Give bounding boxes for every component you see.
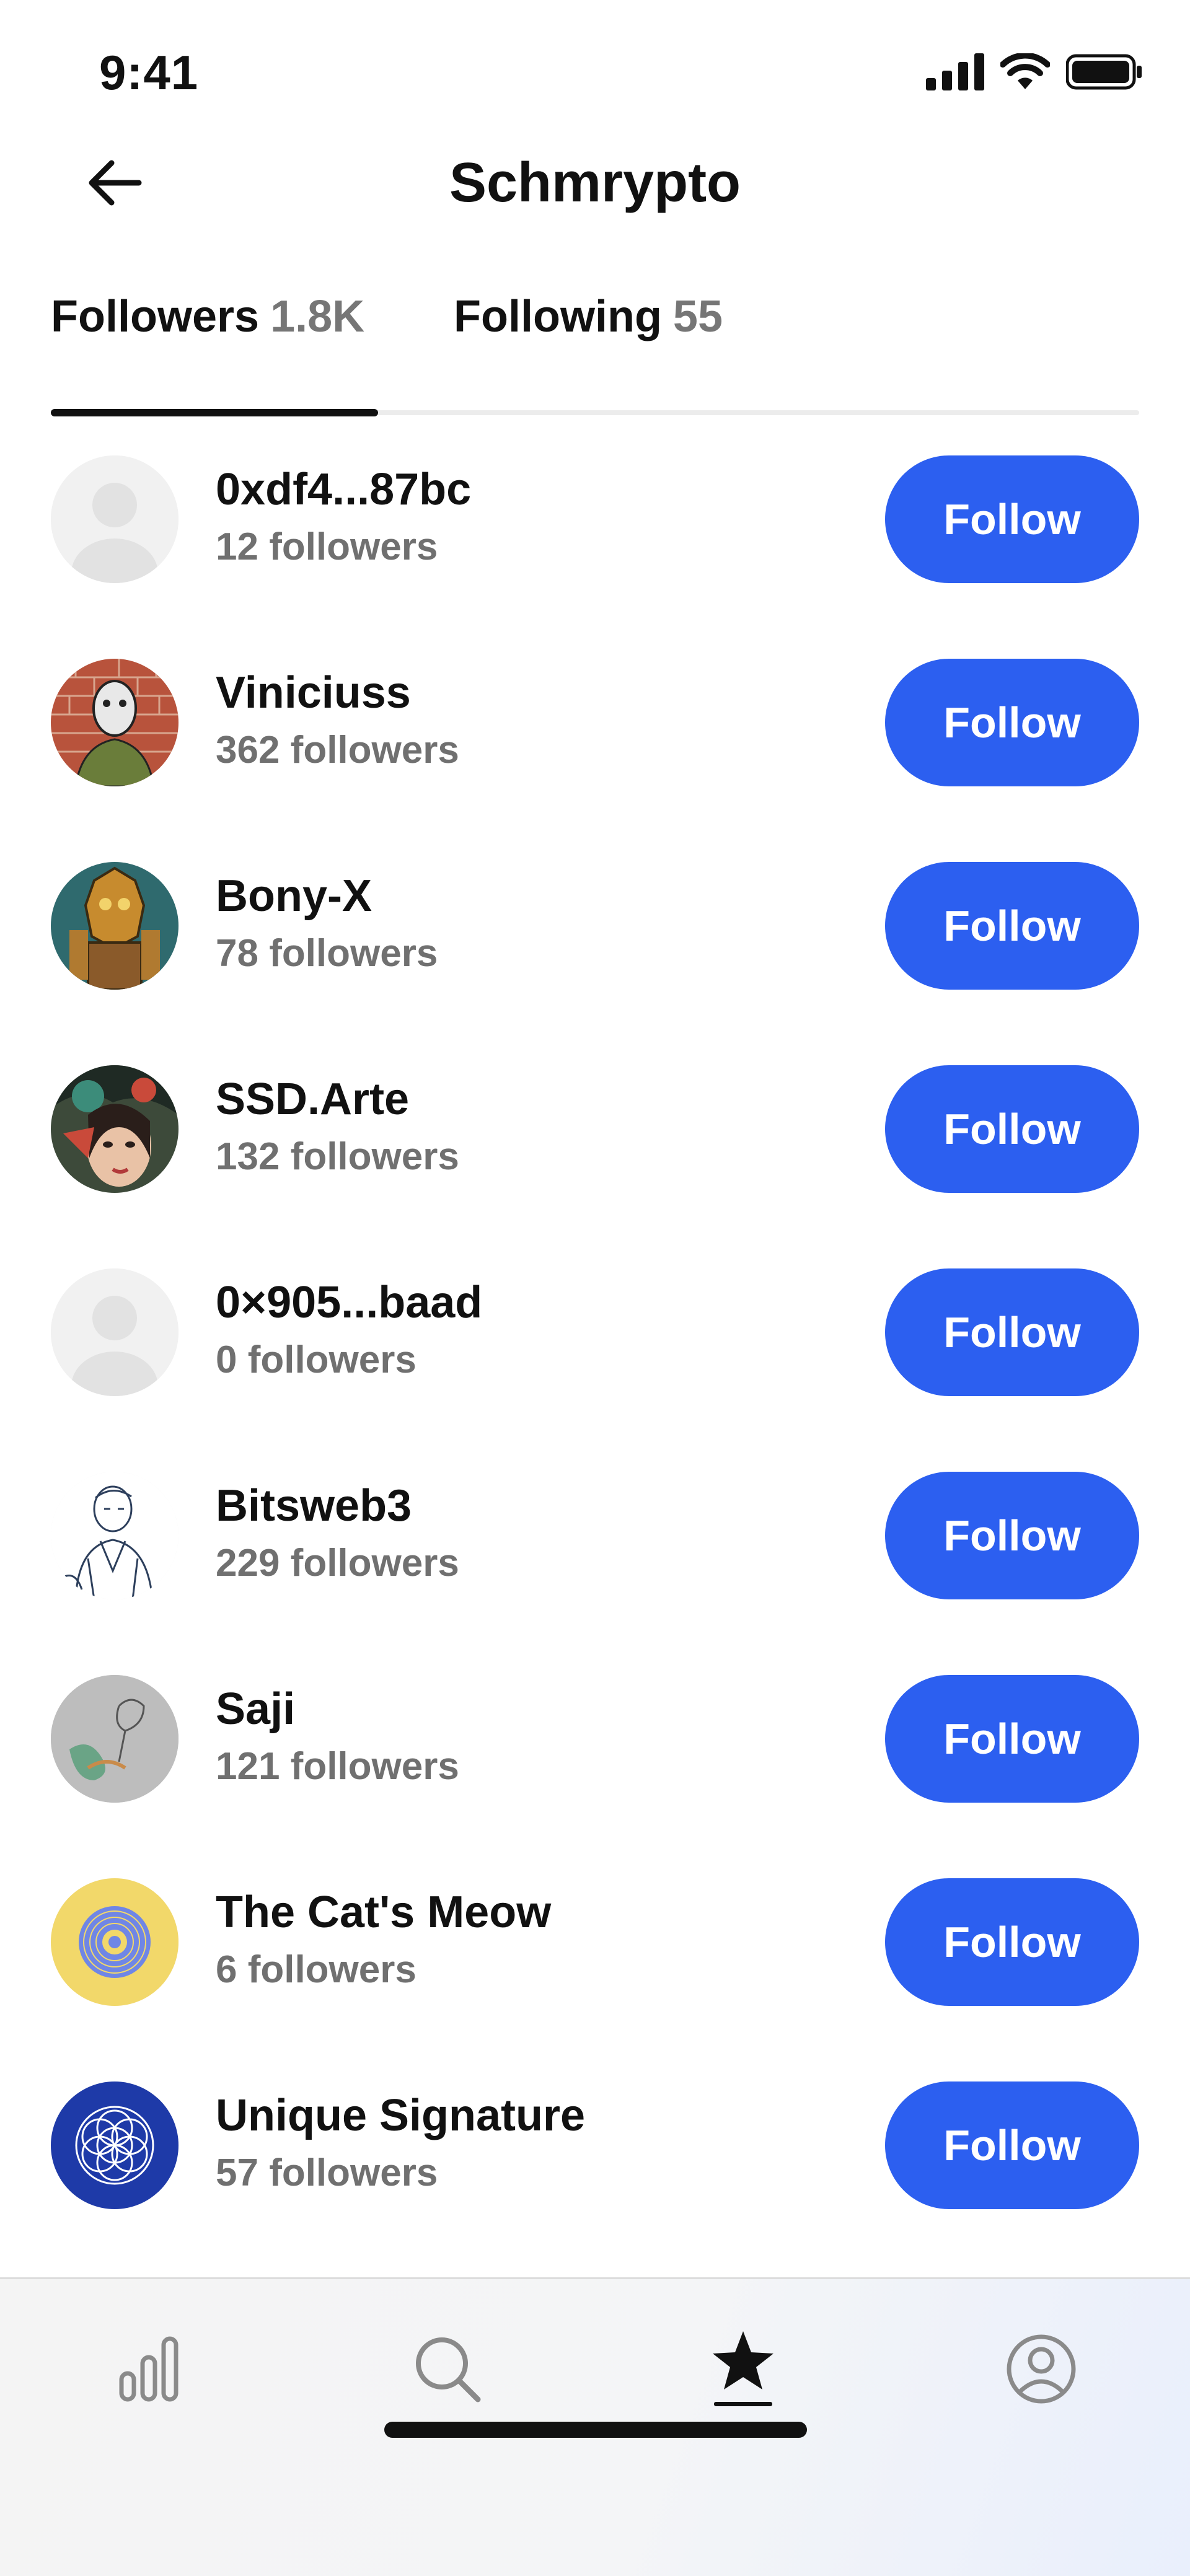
follower-name[interactable]: Saji — [216, 1684, 295, 1734]
wifi-icon — [1000, 53, 1050, 89]
follower-name[interactable]: 0×905...baad — [216, 1277, 482, 1328]
sketch-art-avatar-icon — [51, 1675, 178, 1803]
follower-count: 132 followers — [216, 1135, 459, 1178]
follow-button[interactable]: Follow — [885, 659, 1139, 786]
tab-following-count: 55 — [672, 292, 723, 341]
battery-icon — [1066, 54, 1142, 90]
follower-name[interactable]: The Cat's Meow — [216, 1887, 551, 1938]
follower-count: 6 followers — [216, 1948, 416, 1991]
list-item[interactable]: Bitsweb3 229 followers Follow — [0, 1472, 1190, 1675]
avatar[interactable] — [51, 2081, 178, 2209]
tab-following-label: Following — [454, 292, 662, 341]
follower-count: 12 followers — [216, 525, 438, 568]
avatar[interactable] — [51, 659, 178, 786]
list-item[interactable]: Viniciuss 362 followers Follow — [0, 659, 1190, 862]
follow-button[interactable]: Follow — [885, 1878, 1139, 2006]
tab-followers-count: 1.8K — [270, 292, 365, 341]
placeholder-avatar-icon — [51, 1268, 178, 1396]
profile-icon — [1007, 2334, 1076, 2404]
follow-button[interactable]: Follow — [885, 2081, 1139, 2209]
painted-face-avatar-icon — [51, 1065, 178, 1193]
yellow-mandala-avatar-icon — [51, 1878, 178, 2006]
list-item[interactable]: Unique Signature 57 followers Follow — [0, 2081, 1190, 2285]
status-time: 9:41 — [99, 45, 199, 100]
stats-icon — [119, 2336, 178, 2402]
tab-followers-label: Followers — [51, 292, 260, 341]
follower-count: 229 followers — [216, 1542, 459, 1585]
avatar[interactable] — [51, 455, 178, 583]
brick-wall-character-avatar-icon — [51, 659, 178, 786]
follower-name[interactable]: Unique Signature — [216, 2090, 585, 2141]
avatar[interactable] — [51, 1065, 178, 1193]
list-item[interactable]: SSD.Arte 132 followers Follow — [0, 1065, 1190, 1268]
follow-button[interactable]: Follow — [885, 1268, 1139, 1396]
follower-count: 121 followers — [216, 1745, 459, 1788]
follow-button[interactable]: Follow — [885, 455, 1139, 583]
follower-name[interactable]: Bony-X — [216, 871, 372, 921]
app-screen: 9:41 Schmrypto Followers 1.8K Following … — [0, 0, 1190, 2576]
follower-count: 362 followers — [216, 729, 459, 771]
follower-count: 0 followers — [216, 1339, 416, 1381]
home-indicator — [384, 2422, 807, 2438]
follower-name[interactable]: Viniciuss — [216, 667, 411, 718]
robot-art-avatar-icon — [51, 862, 178, 990]
search-icon — [416, 2337, 481, 2402]
page-title: Schmrypto — [449, 152, 741, 214]
follow-button[interactable]: Follow — [885, 1065, 1139, 1193]
avatar[interactable] — [51, 862, 178, 990]
follow-button[interactable]: Follow — [885, 1472, 1139, 1599]
follower-count: 78 followers — [216, 932, 438, 975]
follower-name[interactable]: 0xdf4...87bc — [216, 464, 471, 515]
star-icon — [713, 2331, 774, 2406]
sketch-portrait-avatar-icon — [51, 1472, 178, 1599]
list-item[interactable]: The Cat's Meow 6 followers Follow — [0, 1878, 1190, 2081]
cellular-signal-icon — [926, 53, 984, 90]
avatar[interactable] — [51, 1878, 178, 2006]
list-item[interactable]: Bony-X 78 followers Follow — [0, 862, 1190, 1065]
avatar[interactable] — [51, 1268, 178, 1396]
followers-list: 0xdf4...87bc 12 followers Follow Viniciu… — [0, 455, 1190, 2285]
tab-followers[interactable]: Followers 1.8K — [51, 291, 364, 342]
tabs: Followers 1.8K Following 55 — [51, 291, 1139, 421]
follower-name[interactable]: SSD.Arte — [216, 1074, 409, 1125]
tab-profile[interactable] — [995, 2323, 1088, 2416]
tab-favorites[interactable] — [697, 2323, 790, 2416]
avatar[interactable] — [51, 1472, 178, 1599]
list-item[interactable]: 0xdf4...87bc 12 followers Follow — [0, 455, 1190, 659]
tab-search[interactable] — [401, 2323, 494, 2416]
follower-count: 57 followers — [216, 2152, 438, 2194]
follow-button[interactable]: Follow — [885, 1675, 1139, 1803]
blue-flower-of-life-avatar-icon — [51, 2081, 178, 2209]
tab-active-indicator — [51, 409, 378, 416]
avatar[interactable] — [51, 1675, 178, 1803]
tab-following[interactable]: Following 55 — [454, 291, 723, 342]
list-item[interactable]: Saji 121 followers Follow — [0, 1675, 1190, 1878]
list-item[interactable]: 0×905...baad 0 followers Follow — [0, 1268, 1190, 1472]
follower-name[interactable]: Bitsweb3 — [216, 1480, 412, 1531]
status-icons — [926, 53, 1143, 90]
tab-stats[interactable] — [102, 2323, 195, 2416]
follow-button[interactable]: Follow — [885, 862, 1139, 990]
placeholder-avatar-icon — [51, 455, 178, 583]
